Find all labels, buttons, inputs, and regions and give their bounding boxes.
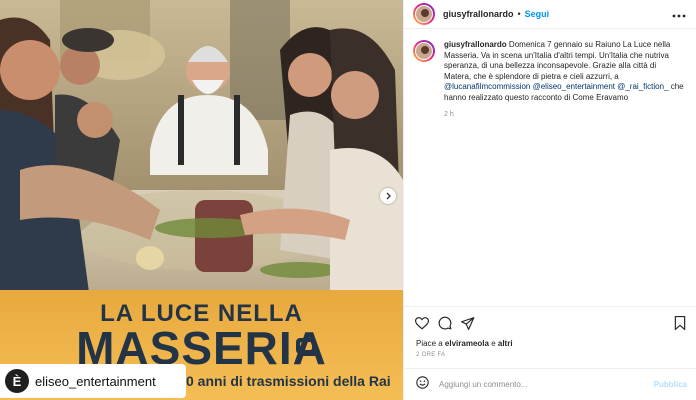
chevron-right-icon [386,192,391,200]
poster-tagline: 0 anni di trasmissioni della Rai [186,373,391,389]
publish-button[interactable]: Pubblica [654,380,687,389]
author-avatar[interactable] [413,3,435,25]
post-actions: Piace a elvirameola e altri 2 ORE FA [404,306,696,358]
post-media[interactable]: LA LUCE NELLA MASSERIA 0 anni di trasmis… [0,0,403,400]
bookmark-icon [674,316,686,330]
post-header: giusyfrallonardo • Segui [404,0,696,29]
more-horizontal-icon [672,14,686,18]
post-time-ago[interactable]: 2 ORE FA [404,348,696,358]
action-icons-row [404,307,696,330]
caption: giusyfrallonardo Domenica 7 gennaio su R… [404,29,696,120]
smiley-icon [416,375,429,389]
caption-author-avatar[interactable] [413,40,435,62]
instagram-post: LA LUCE NELLA MASSERIA 0 anni di trasmis… [0,0,696,400]
header-separator: • [517,9,521,19]
likes-connector: e [491,339,496,348]
heart-icon [415,316,429,330]
likes-summary: Piace a elvirameola e altri [404,330,696,348]
next-media-button[interactable] [380,188,396,204]
likes-others-link[interactable]: altri [498,339,513,348]
comment-input[interactable] [439,380,639,389]
save-button[interactable] [674,316,686,330]
like-button[interactable] [415,316,429,330]
post-side-panel: giusyfrallonardo • Segui giusyfrallonard… [403,0,696,400]
repost-account-logo: È [5,369,29,393]
mention-eliseo-entertainment[interactable]: @eliseo_entertainment [533,82,615,91]
caption-text: giusyfrallonardo Domenica 7 gennaio su R… [444,40,684,120]
mention-lucanafilmcommission[interactable]: @lucanafilmcommission [444,82,530,91]
caption-timestamp[interactable]: 2 h [444,110,684,121]
author-username[interactable]: giusyfrallonardo [443,9,514,19]
caption-username[interactable]: giusyfrallonardo [444,40,507,49]
likes-prefix: Piace a [416,339,443,348]
share-button[interactable] [461,316,475,330]
more-options-button[interactable] [672,5,686,21]
follow-button[interactable]: Segui [525,9,550,19]
mention-rai-fiction[interactable]: @_rai_fiction_ [617,82,668,91]
emoji-button[interactable] [416,375,429,394]
repost-account-tag[interactable]: È eliseo_entertainment [0,364,186,398]
send-icon [461,316,475,330]
comment-icon [438,316,452,330]
likes-user-link[interactable]: elvirameola [445,339,489,348]
comment-button[interactable] [438,316,452,330]
repost-account-name: eliseo_entertainment [35,373,156,389]
comment-bar: Pubblica [404,368,696,400]
